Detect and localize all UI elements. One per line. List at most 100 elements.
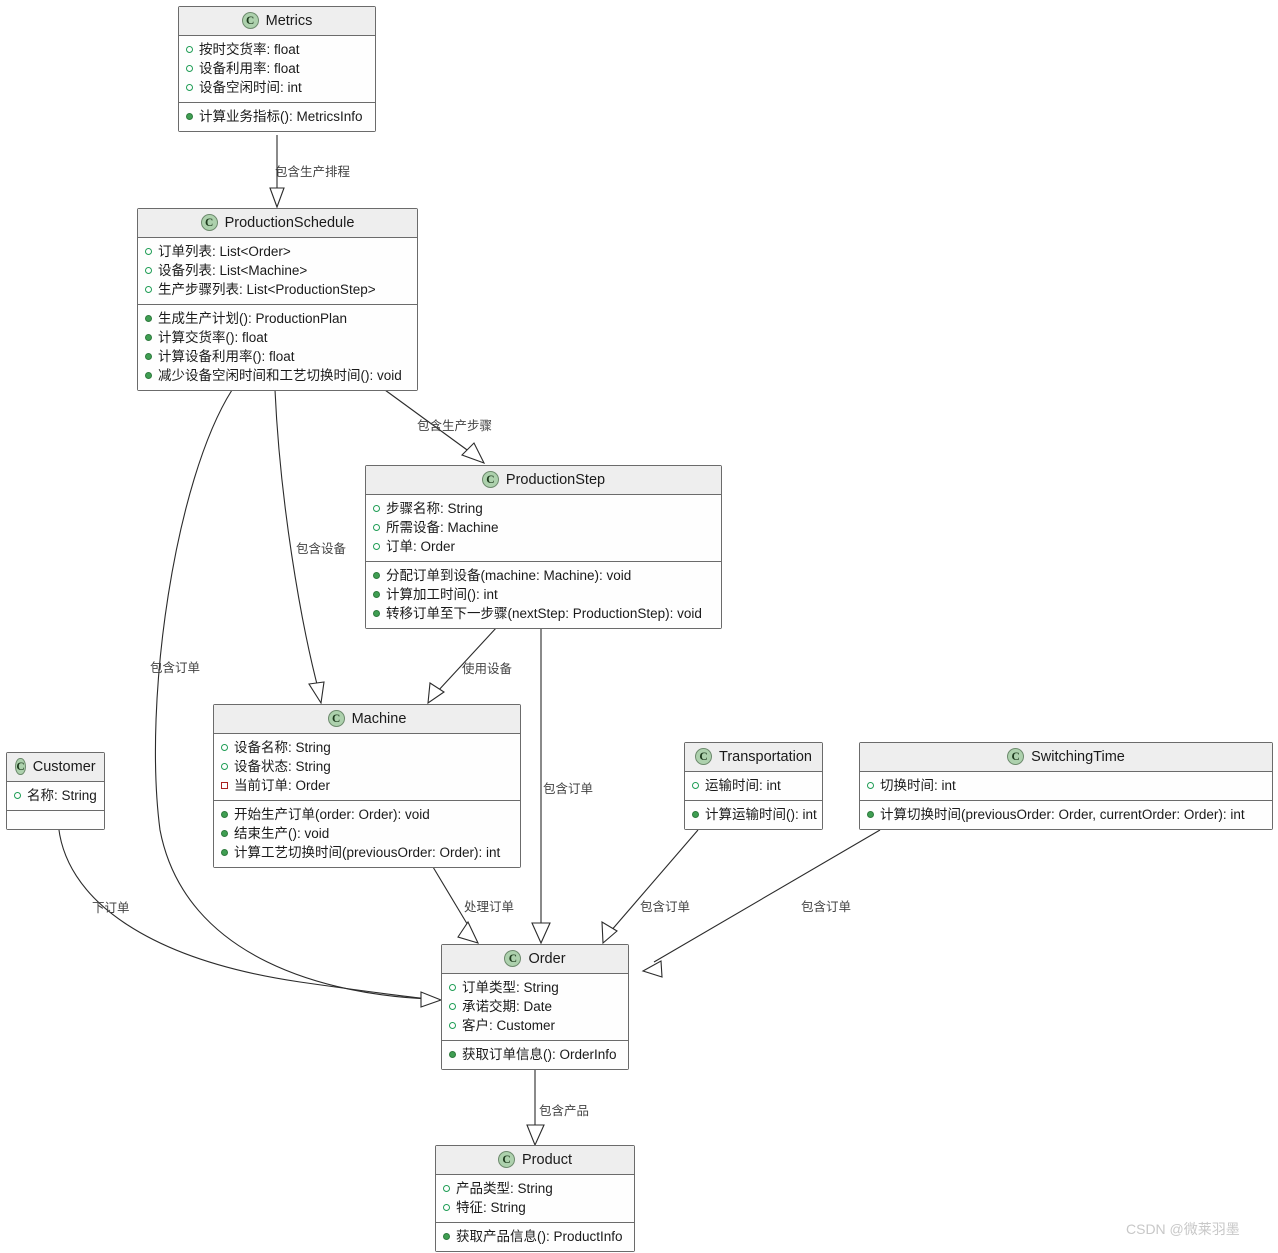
public-method-icon [449,1051,456,1058]
public-field-icon [373,543,380,550]
class-name: Transportation [719,748,812,765]
public-field-icon [145,286,152,293]
field-text: 名称: String [27,788,97,803]
field-text: 设备利用率: float [199,61,300,76]
class-header-production-step: C ProductionStep [366,466,721,495]
field-text: 订单: Order [386,539,456,554]
class-field: 订单: Order [373,537,714,556]
class-stereotype-icon: C [327,710,345,727]
uml-class-transportation[interactable]: C Transportation 运输时间: int 计算运输时间(): int [684,742,823,830]
public-method-icon [867,811,874,818]
uml-class-production-schedule[interactable]: C ProductionSchedule 订单列表: List<Order> 设备列表… [137,208,418,391]
uml-class-product[interactable]: C Product 产品类型: String 特征: String 获取产品信息(): … [435,1145,635,1252]
method-text: 计算加工时间(): int [386,587,498,602]
class-field: 名称: String [14,786,97,805]
class-field: 客户: Customer [449,1016,621,1035]
class-method: 分配订单到设备(machine: Machine): void [373,566,714,585]
class-name: Product [522,1151,572,1168]
class-name: Machine [351,710,407,727]
class-header-transportation: C Transportation [685,743,822,772]
class-fields-switching-time: 切换时间: int [860,772,1272,800]
class-field: 生产步骤列表: List<ProductionStep> [145,280,410,299]
uml-class-production-step[interactable]: C ProductionStep 步骤名称: String 所需设备: Machine… [365,465,722,629]
public-method-icon [692,811,699,818]
class-stereotype-icon: C [15,758,26,775]
field-text: 生产步骤列表: List<ProductionStep> [158,282,376,297]
field-text: 设备空闲时间: int [199,80,302,95]
method-text: 计算工艺切换时间(previousOrder: Order): int [234,845,501,860]
public-method-icon [145,334,152,341]
field-text: 当前订单: Order [234,778,331,793]
public-field-icon [186,84,193,91]
method-text: 结束生产(): void [234,826,330,841]
public-field-icon [692,782,699,789]
csdn-watermark: CSDN @微莱羽墨 [1126,1221,1240,1237]
uml-class-order[interactable]: C Order 订单类型: String 承诺交期: Date 客户: Customer… [441,944,629,1070]
uml-class-metrics[interactable]: C Metrics 按时交货率: float 设备利用率: float 设备空闲时间: … [178,6,376,132]
public-field-icon [373,505,380,512]
edge-label-metrics-schedule: 包含生产排程 [275,165,351,179]
class-stereotype-icon: C [695,748,713,765]
field-text: 切换时间: int [880,778,956,793]
field-text: 按时交货率: float [199,42,300,57]
class-method: 生成生产计划(): ProductionPlan [145,309,410,328]
public-method-icon [443,1233,450,1240]
class-field: 所需设备: Machine [373,518,714,537]
arrowhead-order-topleft [457,920,480,944]
class-field: 设备利用率: float [186,59,368,78]
public-field-icon [373,524,380,531]
class-fields-metrics: 按时交货率: float 设备利用率: float 设备空闲时间: int [179,36,375,102]
class-header-product: C Product [436,1146,634,1175]
uml-class-customer[interactable]: C Customer 名称: String [6,752,105,830]
edge-label-switching-order: 包含订单 [801,900,852,914]
class-fields-product: 产品类型: String 特征: String [436,1175,634,1222]
field-text: 步骤名称: String [386,501,483,516]
method-text: 分配订单到设备(machine: Machine): void [386,568,632,583]
method-text: 转移订单至下一步骤(nextStep: ProductionStep): voi… [386,606,702,621]
class-method: 获取产品信息(): ProductInfo [443,1227,627,1246]
class-method: 开始生产订单(order: Order): void [221,805,513,824]
uml-class-switching-time[interactable]: C SwitchingTime 切换时间: int 计算切换时间(previousOr… [859,742,1273,830]
class-method: 结束生产(): void [221,824,513,843]
public-field-icon [449,984,456,991]
uml-diagram-canvas: C Metrics 按时交货率: float 设备利用率: float 设备空闲时间: … [0,0,1278,1253]
public-method-icon [373,610,380,617]
public-method-icon [145,353,152,360]
private-field-icon [221,782,228,789]
class-field: 运输时间: int [692,776,815,795]
arrowhead-order-topright [601,920,618,945]
field-text: 设备状态: String [234,759,331,774]
class-methods-product: 获取产品信息(): ProductInfo [436,1222,634,1251]
class-method: 获取订单信息(): OrderInfo [449,1045,621,1064]
class-name: ProductionSchedule [224,214,355,231]
public-method-icon [373,591,380,598]
field-text: 客户: Customer [462,1018,556,1033]
edge-label-step-order: 包含订单 [543,782,594,796]
public-method-icon [221,830,228,837]
class-methods-customer [7,810,104,829]
class-methods-production-schedule: 生成生产计划(): ProductionPlan 计算交货率(): float 计算… [138,304,417,390]
class-method: 减少设备空闲时间和工艺切换时间(): void [145,366,410,385]
edge-transport-order [609,829,699,933]
class-header-machine: C Machine [214,705,520,734]
arrowhead-machine [308,681,325,705]
class-stereotype-icon: C [200,214,218,231]
class-field: 特征: String [443,1198,627,1217]
uml-class-machine[interactable]: C Machine 设备名称: String 设备状态: String 当前订单: Or… [213,704,521,868]
public-field-icon [14,792,21,799]
field-text: 订单列表: List<Order> [158,244,291,259]
class-stereotype-icon: C [504,950,522,967]
arrowhead-machine2 [427,682,445,705]
method-text: 计算运输时间(): int [705,807,817,822]
public-field-icon [221,744,228,751]
class-field: 当前订单: Order [221,776,513,795]
class-field: 承诺交期: Date [449,997,621,1016]
edge-label-transport-order: 包含订单 [640,900,691,914]
arrowhead-step [461,442,486,464]
edge-label-order-product: 包含产品 [539,1104,590,1118]
class-stereotype-icon: C [1007,748,1025,765]
class-methods-metrics: 计算业务指标(): MetricsInfo [179,102,375,131]
public-field-icon [449,1022,456,1029]
arrowhead-order-left [420,991,443,1008]
class-field: 设备名称: String [221,738,513,757]
